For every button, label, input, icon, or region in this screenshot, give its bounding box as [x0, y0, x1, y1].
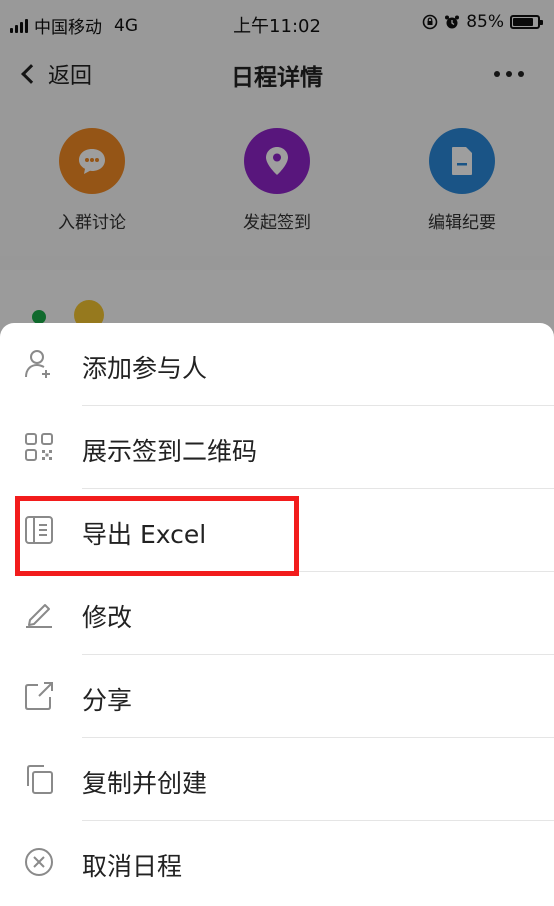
- edit-pen-icon: [26, 604, 52, 628]
- copy-icon: [27, 765, 53, 794]
- menu-show-checkin-qr[interactable]: 展示签到二维码: [0, 406, 554, 489]
- menu-label: 取消日程: [82, 852, 183, 881]
- qr-code-icon: [25, 433, 53, 461]
- menu-label: 复制并创建: [82, 769, 208, 798]
- menu-copy-and-create[interactable]: 复制并创建: [0, 738, 554, 821]
- share-icon: [25, 682, 53, 710]
- menu-label: 修改: [82, 603, 133, 632]
- action-sheet: 添加参与人 展示签到二维码 导出 Excel 修改 分享 复制并创建 取消日程: [0, 323, 554, 906]
- highlight-box: [15, 496, 299, 576]
- menu-cancel-schedule[interactable]: 取消日程: [0, 821, 554, 904]
- menu-label: 展示签到二维码: [82, 437, 258, 466]
- menu-label: 分享: [82, 686, 133, 715]
- menu-share[interactable]: 分享: [0, 655, 554, 738]
- menu-add-participant[interactable]: 添加参与人: [0, 323, 554, 406]
- cancel-circle-icon: [25, 848, 53, 876]
- menu-label: 添加参与人: [82, 354, 208, 383]
- schedule-detail-screen: 中国移动 4G 上午11:02 85% 返回 日程详情 入群讨论 发起签到 编辑…: [0, 0, 554, 906]
- add-person-icon: [25, 350, 50, 378]
- menu-edit[interactable]: 修改: [0, 572, 554, 655]
